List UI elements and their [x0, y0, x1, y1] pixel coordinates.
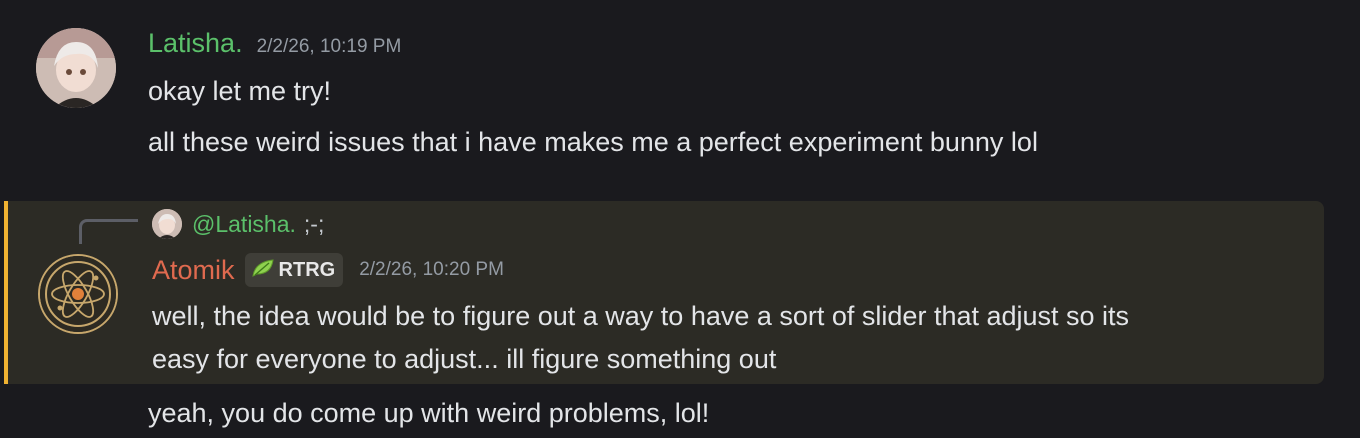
message-text: all these weird issues that i have makes… — [148, 127, 1038, 157]
reply-reference[interactable]: @Latisha. ;-; — [152, 207, 324, 241]
message-header: Latisha. 2/2/26, 10:19 PM — [148, 28, 401, 59]
message-text: easy for everyone to adjust... ill figur… — [152, 344, 777, 374]
atomik-avatar[interactable] — [38, 254, 118, 334]
reply-avatar — [152, 209, 182, 239]
reply-preview-text: ;-; — [303, 210, 325, 237]
latisha-avatar[interactable] — [36, 28, 116, 108]
leaf-icon — [251, 258, 275, 283]
server-tag[interactable]: RTRG — [244, 253, 344, 287]
message-group-latisha: Latisha. 2/2/26, 10:19 PM okay let me tr… — [0, 0, 1360, 200]
reply-spine — [79, 219, 138, 244]
author-name[interactable]: Latisha. — [148, 28, 243, 59]
message-text: yeah, you do come up with weird problems… — [148, 398, 710, 428]
message-continuation: yeah, you do come up with weird problems… — [0, 392, 1360, 438]
reply-mention[interactable]: @Latisha. — [192, 211, 296, 238]
author-name[interactable]: Atomik — [152, 255, 235, 286]
message-text: well, the idea would be to figure out a … — [152, 301, 1130, 331]
message-header: Atomik RTRG 2/2/26, 10:20 PM — [152, 253, 504, 287]
tag-label: RTRG — [278, 258, 336, 281]
message-text: okay let me try! — [148, 76, 332, 106]
message-group-atomik: @Latisha. ;-; Atomik RTRG 2/2/26, 10:20 … — [4, 201, 1324, 384]
timestamp[interactable]: 2/2/26, 10:19 PM — [257, 36, 402, 58]
timestamp[interactable]: 2/2/26, 10:20 PM — [359, 259, 504, 281]
